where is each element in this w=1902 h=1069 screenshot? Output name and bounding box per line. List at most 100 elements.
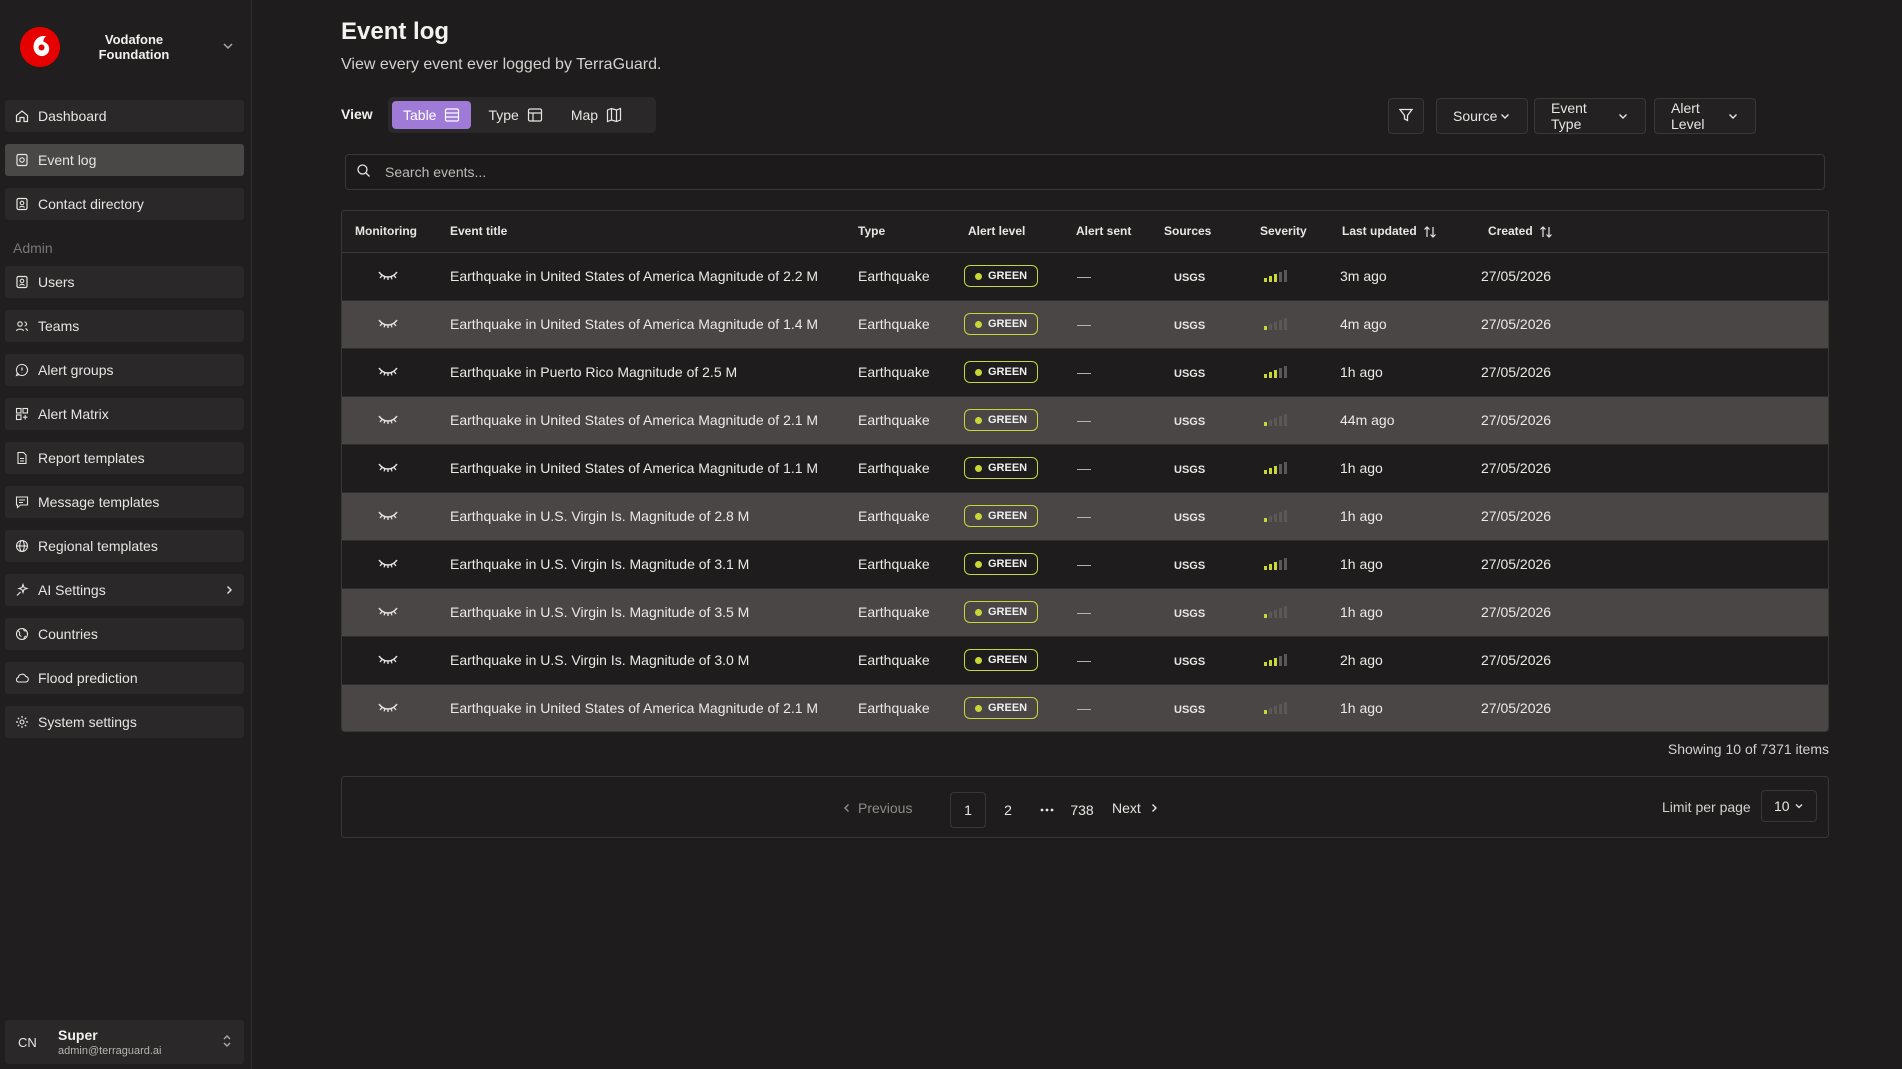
event-title-cell[interactable]: Earthquake in U.S. Virgin Is. Magnitude … — [434, 492, 842, 541]
search-input[interactable] — [385, 164, 1785, 180]
sidebar-item-regional-templates[interactable]: Regional templates — [5, 530, 244, 562]
sidebar-item-flood-prediction[interactable]: Flood prediction — [5, 662, 244, 694]
severity-bar — [1279, 655, 1282, 666]
eye-closed-icon[interactable] — [377, 460, 399, 476]
chevron-down-icon[interactable] — [222, 39, 234, 55]
monitoring-cell[interactable] — [342, 348, 434, 397]
page-button-1[interactable]: 1 — [950, 792, 986, 828]
alert-level-text: GREEN — [988, 654, 1028, 666]
page-button-738[interactable]: 738 — [1064, 792, 1100, 828]
user-menu[interactable]: CN Super admin@terraguard.ai — [5, 1020, 244, 1064]
alert-level-text: GREEN — [988, 366, 1028, 378]
org-name-line2: Foundation — [98, 47, 170, 62]
view-type-button[interactable]: Type — [477, 101, 553, 129]
severity-bar — [1264, 277, 1267, 282]
table-row[interactable]: Earthquake in United States of America M… — [342, 252, 1828, 301]
sidebar-item-ai-settings[interactable]: AI Settings — [5, 574, 244, 606]
severity-bar — [1269, 659, 1272, 666]
event-title-cell[interactable]: Earthquake in United States of America M… — [434, 684, 842, 731]
user-email: admin@terraguard.ai — [58, 1045, 162, 1057]
eye-closed-icon[interactable] — [377, 700, 399, 716]
monitoring-cell[interactable] — [342, 492, 434, 541]
previous-page-button[interactable]: Previous — [842, 777, 912, 839]
created-cell: 27/05/2026 — [1458, 492, 1828, 541]
view-map-button[interactable]: Map — [560, 101, 633, 129]
eye-closed-icon[interactable] — [377, 604, 399, 620]
event-title-cell[interactable]: Earthquake in United States of America M… — [434, 444, 842, 493]
monitoring-cell[interactable] — [342, 684, 434, 731]
event-title-cell[interactable]: Earthquake in Puerto Rico Magnitude of 2… — [434, 348, 842, 397]
main-content: Event log View every event ever logged b… — [252, 0, 1902, 1069]
monitoring-cell[interactable] — [342, 588, 434, 637]
event-type-filter-label: Event Type — [1551, 100, 1587, 132]
severity-bar — [1274, 657, 1277, 666]
chevron-down-icon — [1499, 110, 1511, 122]
filter-button[interactable] — [1388, 98, 1424, 134]
monitoring-cell[interactable] — [342, 636, 434, 685]
monitoring-cell[interactable] — [342, 540, 434, 589]
table-row[interactable]: Earthquake in U.S. Virgin Is. Magnitude … — [342, 588, 1828, 637]
eye-closed-icon[interactable] — [377, 412, 399, 428]
table-row[interactable]: Earthquake in U.S. Virgin Is. Magnitude … — [342, 636, 1828, 685]
monitoring-cell[interactable] — [342, 396, 434, 445]
table-row[interactable]: Earthquake in U.S. Virgin Is. Magnitude … — [342, 540, 1828, 589]
sidebar-item-alert-matrix[interactable]: Alert Matrix — [5, 398, 244, 430]
sidebar-item-report-templates[interactable]: Report templates — [5, 442, 244, 474]
table-row[interactable]: Earthquake in United States of America M… — [342, 684, 1828, 731]
status-dot — [975, 464, 982, 472]
severity-bar — [1274, 513, 1277, 522]
limit-per-page-select[interactable]: 10 — [1761, 790, 1817, 822]
alert-level-filter-dropdown[interactable]: Alert Level — [1654, 98, 1756, 134]
event-type-filter-dropdown[interactable]: Event Type — [1534, 98, 1646, 134]
sidebar-item-contact-directory[interactable]: Contact directory — [5, 188, 244, 220]
view-label: View — [341, 106, 373, 122]
page-subtitle: View every event ever logged by TerraGua… — [341, 56, 662, 73]
severity-bar — [1279, 415, 1282, 426]
sidebar-item-dashboard[interactable]: Dashboard — [5, 100, 244, 132]
event-title-cell[interactable]: Earthquake in United States of America M… — [434, 300, 842, 349]
eye-closed-icon[interactable] — [377, 316, 399, 332]
source-label: USGS — [1174, 656, 1206, 668]
eye-closed-icon[interactable] — [377, 508, 399, 524]
table-row[interactable]: Earthquake in U.S. Virgin Is. Magnitude … — [342, 492, 1828, 541]
severity-bar — [1284, 653, 1287, 666]
page-button-2[interactable]: 2 — [990, 792, 1026, 828]
sidebar-item-countries[interactable]: Countries — [5, 618, 244, 650]
sidebar-item-message-templates[interactable]: Message templates — [5, 486, 244, 518]
col-created[interactable]: Created — [1458, 211, 1828, 253]
table-row[interactable]: Earthquake in United States of America M… — [342, 396, 1828, 445]
severity-indicator — [1264, 316, 1287, 330]
sidebar-item-alert-groups[interactable]: Alert groups — [5, 354, 244, 386]
table-row[interactable]: Earthquake in Puerto Rico Magnitude of 2… — [342, 348, 1828, 397]
eye-closed-icon[interactable] — [377, 268, 399, 284]
table-row[interactable]: Earthquake in United States of America M… — [342, 444, 1828, 493]
severity-bar — [1264, 709, 1267, 714]
event-title-cell[interactable]: Earthquake in U.S. Virgin Is. Magnitude … — [434, 588, 842, 637]
event-title-cell[interactable]: Earthquake in U.S. Virgin Is. Magnitude … — [434, 636, 842, 685]
eye-closed-icon[interactable] — [377, 652, 399, 668]
type-cell: Earthquake — [842, 348, 952, 397]
monitoring-cell[interactable] — [342, 444, 434, 493]
user-info: Super admin@terraguard.ai — [58, 1027, 162, 1057]
eye-closed-icon[interactable] — [377, 364, 399, 380]
monitoring-cell[interactable] — [342, 252, 434, 301]
sidebar-item-users[interactable]: Users — [5, 266, 244, 298]
event-title-cell[interactable]: Earthquake in United States of America M… — [434, 396, 842, 445]
sidebar-item-system-settings[interactable]: System settings — [5, 706, 244, 738]
col-last-updated[interactable]: Last updated — [1326, 211, 1458, 253]
severity-cell — [1244, 492, 1326, 541]
event-title-cell[interactable]: Earthquake in U.S. Virgin Is. Magnitude … — [434, 540, 842, 589]
eye-closed-icon[interactable] — [377, 556, 399, 572]
sidebar-item-teams[interactable]: Teams — [5, 310, 244, 342]
source-filter-dropdown[interactable]: Source — [1436, 98, 1528, 134]
view-table-button[interactable]: Table — [392, 101, 472, 129]
sidebar-item-event-log[interactable]: Event log — [5, 144, 244, 176]
status-badge: GREEN — [964, 265, 1039, 287]
sidebar-item-label: Alert Matrix — [38, 406, 109, 422]
event-title-cell[interactable]: Earthquake in United States of America M… — [434, 252, 842, 301]
org-switcher[interactable]: Vodafone Foundation — [20, 24, 240, 70]
alert-level-filter-label: Alert Level — [1671, 100, 1705, 132]
monitoring-cell[interactable] — [342, 300, 434, 349]
next-page-button[interactable]: Next — [1112, 777, 1159, 839]
table-row[interactable]: Earthquake in United States of America M… — [342, 300, 1828, 349]
